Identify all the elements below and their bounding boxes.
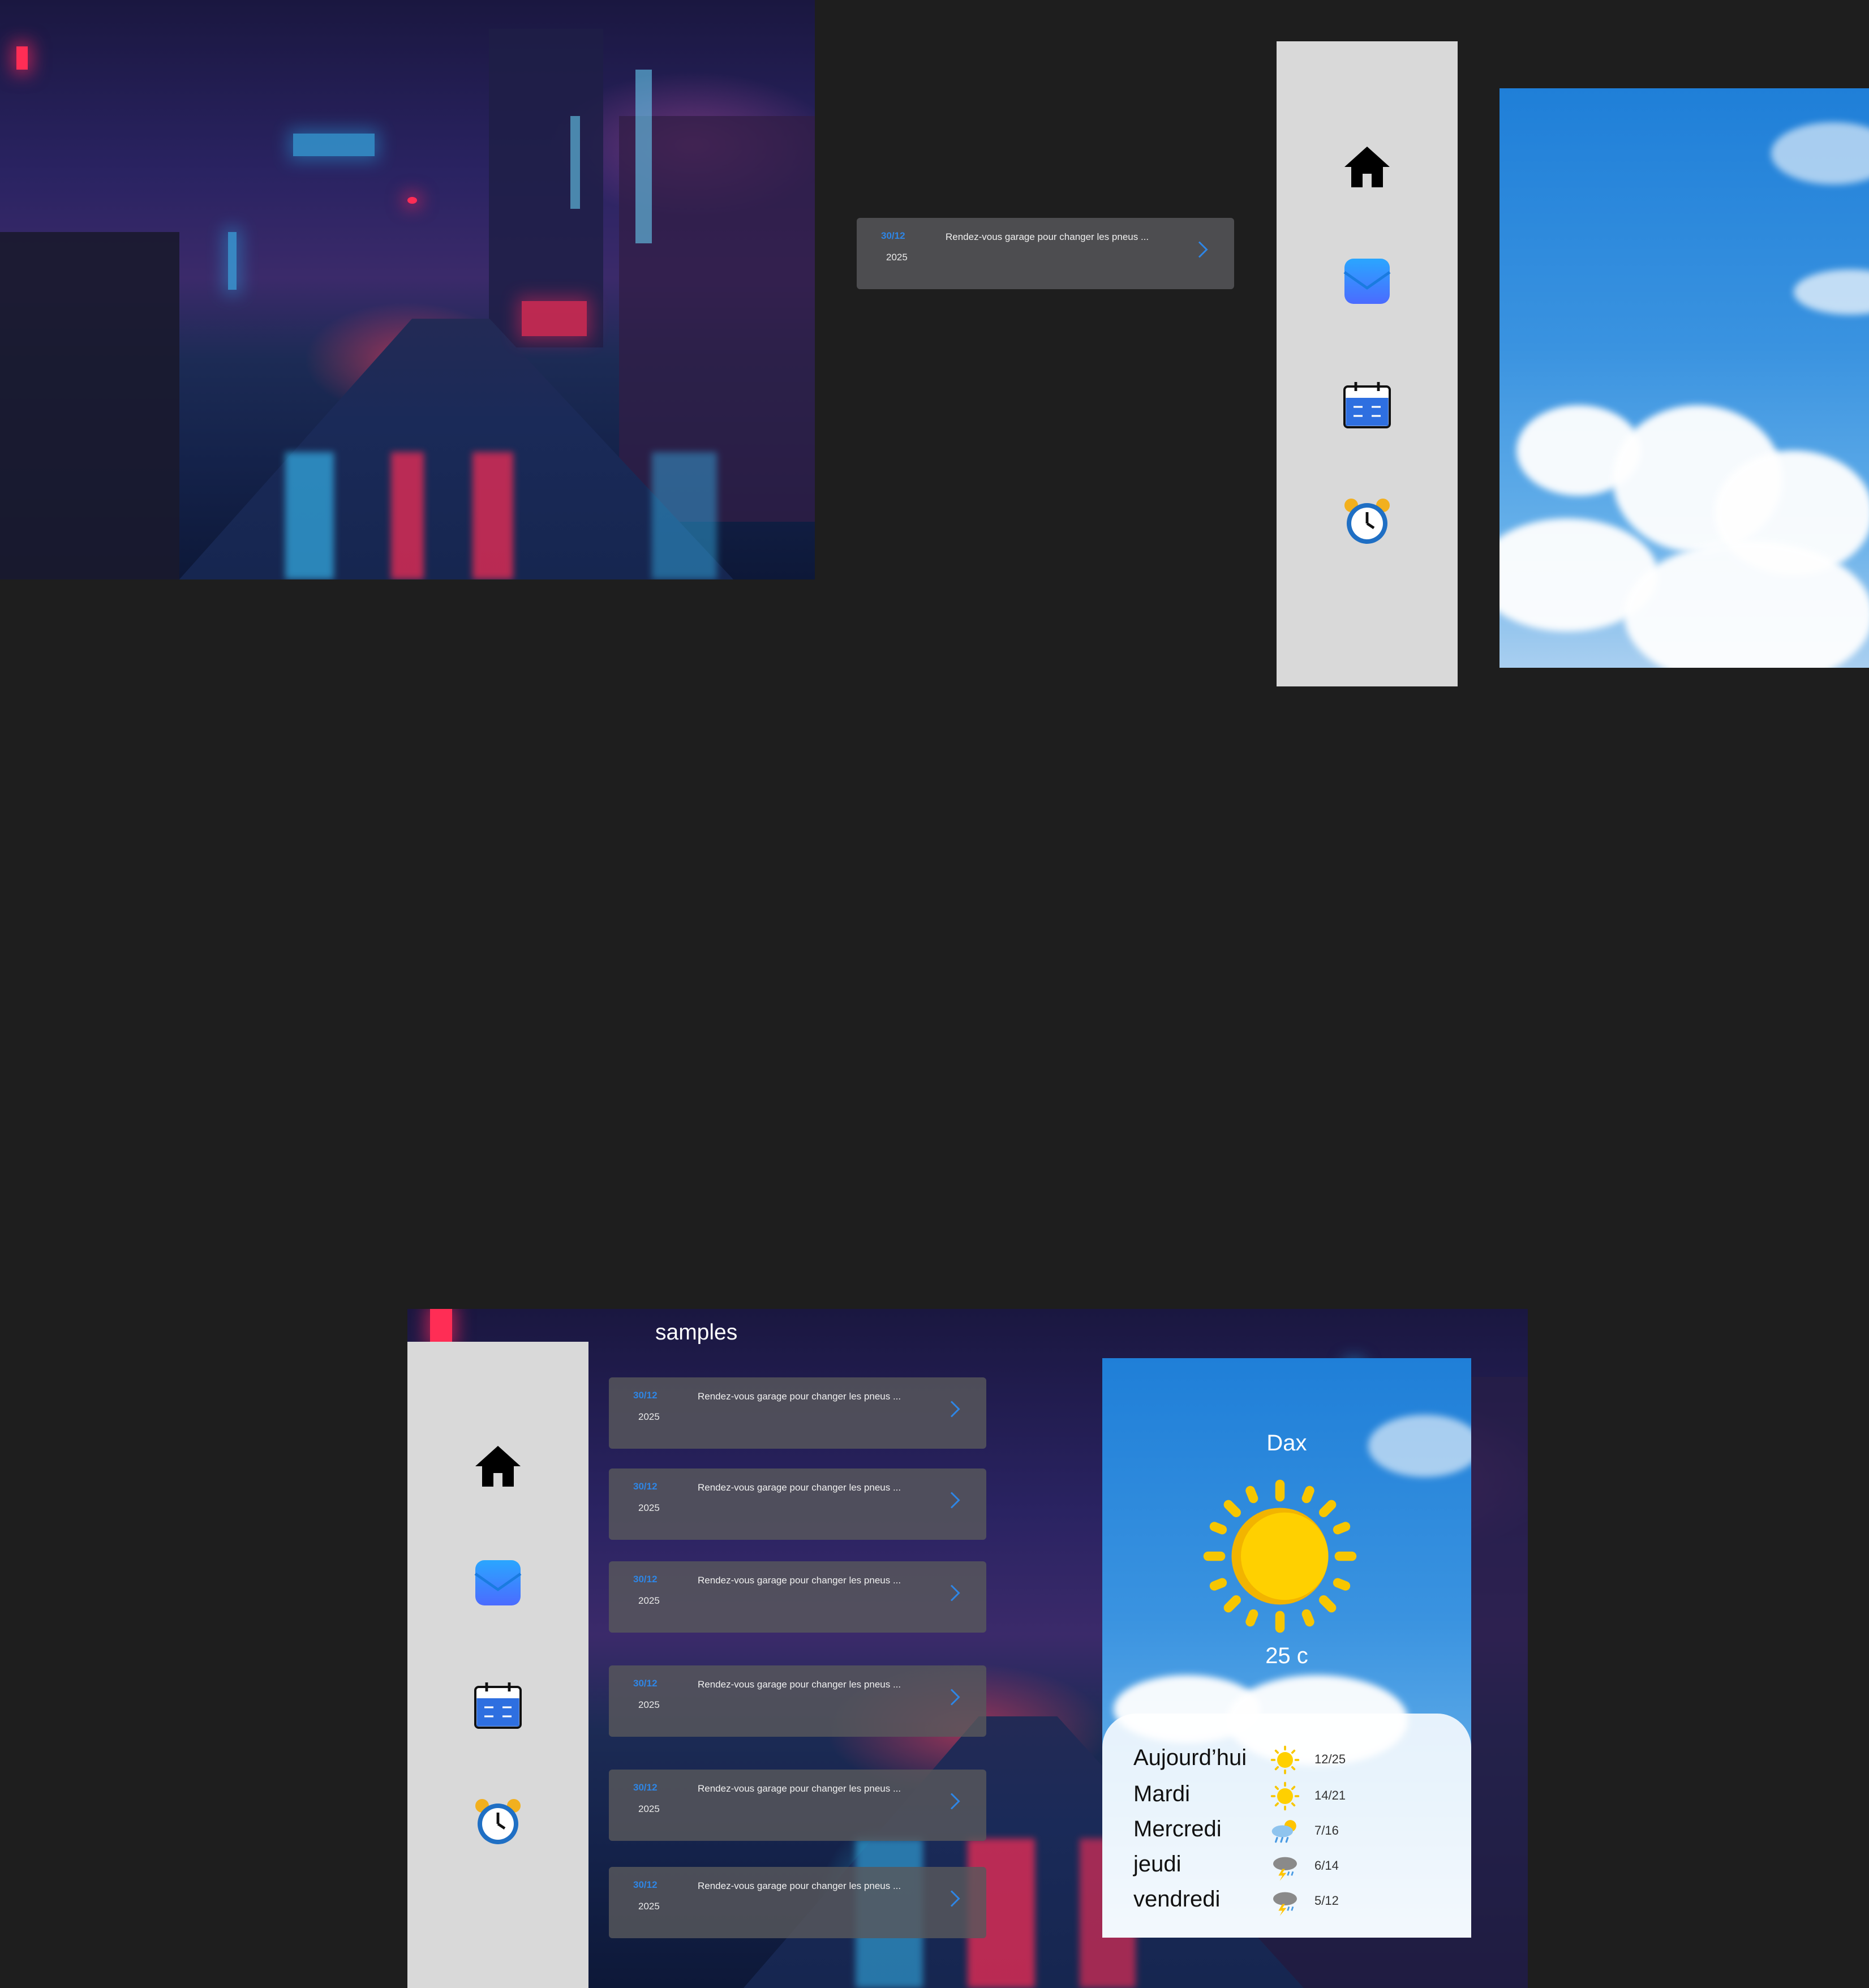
forecast-row: Mardi 14/21: [1133, 1779, 1460, 1814]
chevron-right-icon[interactable]: [1192, 239, 1213, 260]
chevron-right-icon[interactable]: [944, 1687, 965, 1707]
home-icon[interactable]: [1340, 140, 1394, 194]
weather-temperature: 25 c: [1265, 1643, 1308, 1668]
event-card[interactable]: 30/12 2025 Rendez-vous garage pour chang…: [609, 1665, 986, 1737]
forecast-day: Mercredi: [1133, 1817, 1222, 1841]
sidebar: [407, 1342, 588, 1988]
chevron-right-icon[interactable]: [944, 1399, 965, 1419]
sun-icon: [1203, 1479, 1357, 1633]
forecast-row: Aujourd’hui 12/25: [1133, 1743, 1460, 1778]
chevron-right-icon[interactable]: [944, 1490, 965, 1510]
forecast-row: jeudi 6/14: [1133, 1849, 1460, 1884]
calendar-icon[interactable]: [471, 1678, 525, 1732]
sun-icon: [1270, 1781, 1300, 1811]
event-text: Rendez-vous garage pour changer les pneu…: [698, 1679, 901, 1690]
event-card[interactable]: 30/12 2025 Rendez-vous garage pour chang…: [609, 1469, 986, 1540]
event-year: 2025: [638, 1901, 660, 1912]
event-list: 30/12 2025 Rendez-vous garage pour chang…: [609, 1377, 988, 1977]
event-card[interactable]: 30/12 2025 Rendez-vous garage pour chang…: [609, 1561, 986, 1633]
event-date: 30/12: [633, 1782, 658, 1793]
rain-sun-icon: [1271, 1820, 1296, 1843]
forecast-range: 14/21: [1314, 1788, 1346, 1802]
event-text: Rendez-vous garage pour changer les pneu…: [698, 1783, 901, 1794]
event-date: 30/12: [633, 1390, 658, 1401]
weather-widget: Dax 25 c Aujourd’hui 12/25 Mardi 14/21 M…: [1102, 1358, 1471, 1938]
weather-forecast: Aujourd’hui 12/25 Mardi 14/21 Mercredi 7…: [1102, 1714, 1471, 1938]
forecast-day: Mardi: [1133, 1781, 1191, 1806]
app-mockup: samples 30/12 2025 Rendez-vous garage po…: [407, 1309, 1528, 1988]
event-year: 2025: [886, 252, 908, 263]
city-night-photo: [0, 0, 815, 579]
event-date: 30/12: [633, 1678, 658, 1689]
storm-icon: [1273, 1892, 1297, 1916]
sidebar-component: [1277, 41, 1458, 686]
forecast-row: vendredi 5/12: [1133, 1884, 1460, 1920]
forecast-day: Aujourd’hui: [1133, 1745, 1247, 1770]
sky-photo: [1500, 88, 1869, 668]
forecast-range: 7/16: [1314, 1823, 1339, 1837]
forecast-day: vendredi: [1133, 1887, 1221, 1912]
event-date: 30/12: [633, 1879, 658, 1890]
chevron-right-icon[interactable]: [944, 1583, 965, 1603]
app-title: samples: [655, 1320, 738, 1345]
forecast-range: 5/12: [1314, 1893, 1339, 1908]
event-date: 30/12: [633, 1574, 658, 1585]
home-icon[interactable]: [471, 1439, 525, 1493]
event-text: Rendez-vous garage pour changer les pneu…: [698, 1880, 901, 1891]
event-card[interactable]: 30/12 2025 Rendez-vous garage pour chang…: [857, 218, 1234, 289]
event-text: Rendez-vous garage pour changer les pneu…: [698, 1391, 901, 1402]
event-text: Rendez-vous garage pour changer les pneu…: [946, 231, 1149, 242]
calendar-icon[interactable]: [1340, 377, 1394, 432]
event-date: 30/12: [881, 230, 905, 241]
event-year: 2025: [638, 1699, 660, 1710]
mail-icon[interactable]: [471, 1556, 525, 1610]
event-year: 2025: [638, 1411, 660, 1422]
forecast-row: Mercredi 7/16: [1133, 1814, 1460, 1849]
event-card[interactable]: 30/12 2025 Rendez-vous garage pour chang…: [609, 1770, 986, 1841]
event-year: 2025: [638, 1502, 660, 1513]
event-date: 30/12: [633, 1481, 658, 1492]
event-card[interactable]: 30/12 2025 Rendez-vous garage pour chang…: [609, 1377, 986, 1449]
storm-icon: [1273, 1857, 1297, 1881]
forecast-day: jeudi: [1133, 1852, 1181, 1877]
sun-icon: [1270, 1745, 1300, 1775]
event-text: Rendez-vous garage pour changer les pneu…: [698, 1575, 901, 1586]
forecast-range: 6/14: [1314, 1858, 1339, 1873]
chevron-right-icon[interactable]: [944, 1791, 965, 1811]
alarm-clock-icon[interactable]: [471, 1794, 525, 1849]
forecast-range: 12/25: [1314, 1752, 1346, 1766]
chevron-right-icon[interactable]: [944, 1888, 965, 1909]
event-card[interactable]: 30/12 2025 Rendez-vous garage pour chang…: [609, 1867, 986, 1938]
event-year: 2025: [638, 1595, 660, 1606]
weather-city: Dax: [1266, 1431, 1307, 1455]
mail-icon[interactable]: [1340, 254, 1394, 308]
alarm-clock-icon[interactable]: [1340, 494, 1394, 548]
event-text: Rendez-vous garage pour changer les pneu…: [698, 1482, 901, 1493]
event-year: 2025: [638, 1804, 660, 1814]
